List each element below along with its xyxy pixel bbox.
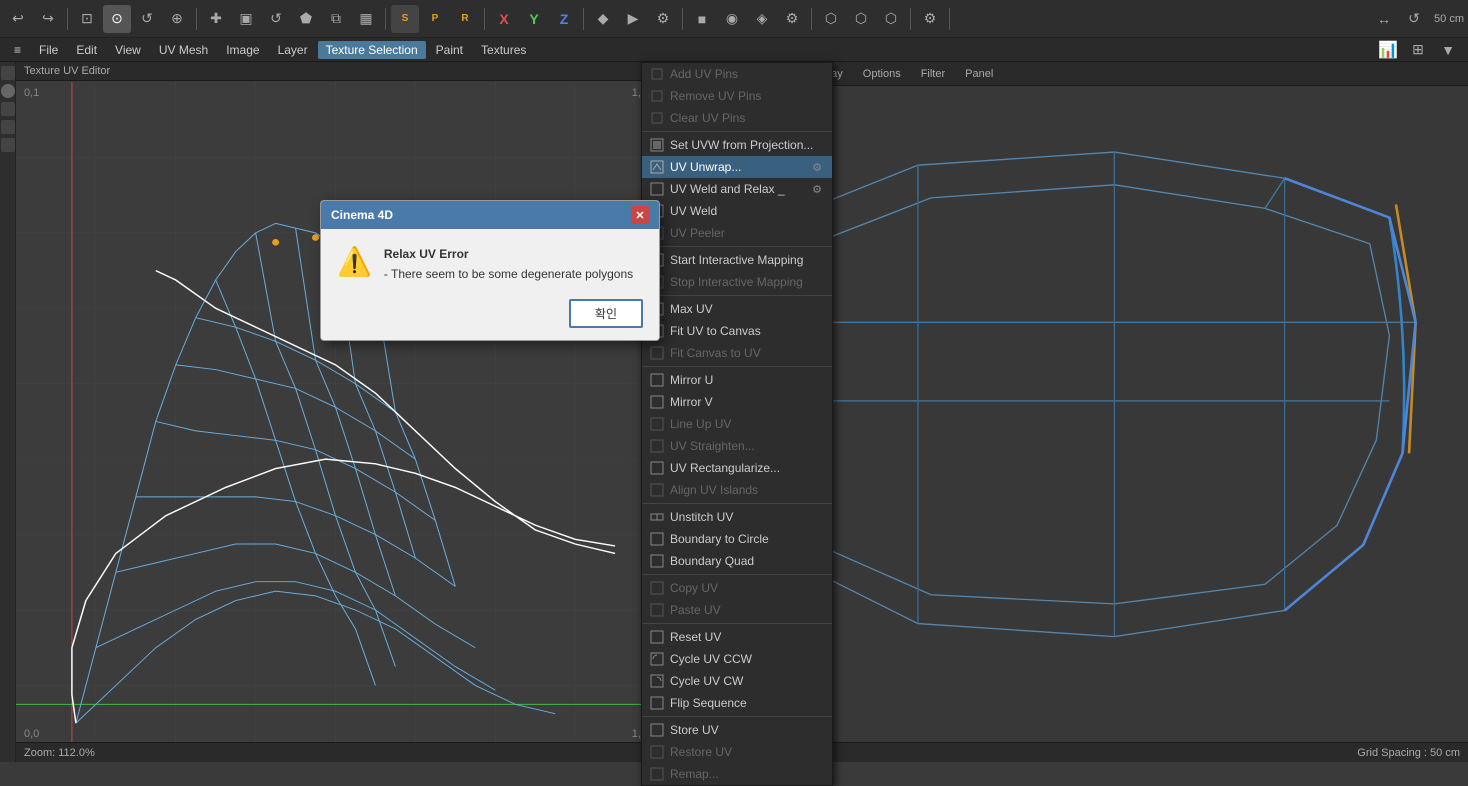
modal-titlebar: Cinema 4D ✕ xyxy=(321,201,659,229)
menu-remap[interactable]: Remap... xyxy=(642,763,832,785)
modal-close-button[interactable]: ✕ xyxy=(631,206,649,224)
modal-dialog: Cinema 4D ✕ ⚠️ Relax UV Error - There se… xyxy=(320,200,660,341)
remap-label: Remap... xyxy=(670,767,824,781)
modal-error-title: Relax UV Error xyxy=(384,245,643,263)
modal-warning-icon: ⚠️ xyxy=(337,245,372,278)
remap-icon xyxy=(650,767,664,781)
modal-overlay: Cinema 4D ✕ ⚠️ Relax UV Error - There se… xyxy=(0,0,1468,762)
modal-error-message: - There seem to be some degenerate polyg… xyxy=(384,265,643,283)
main-layout: Texture UV Editor xyxy=(0,62,1468,762)
modal-text: Relax UV Error - There seem to be some d… xyxy=(384,245,643,283)
modal-confirm-button[interactable]: 확인 xyxy=(569,299,643,328)
modal-title: Cinema 4D xyxy=(331,208,393,222)
modal-footer: 확인 xyxy=(321,291,659,340)
modal-body: ⚠️ Relax UV Error - There seem to be som… xyxy=(321,229,659,291)
